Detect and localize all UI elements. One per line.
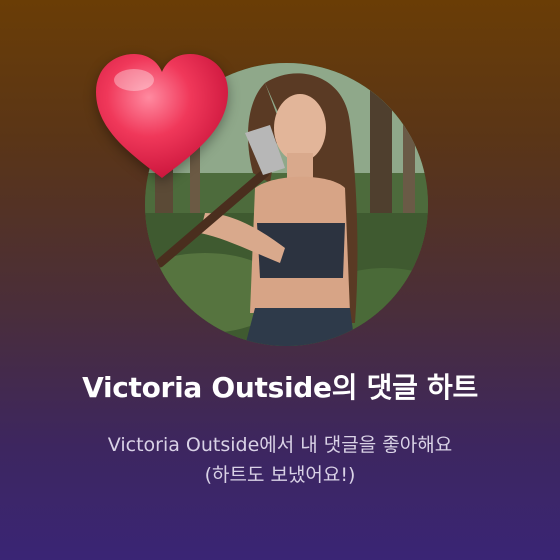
heart-icon xyxy=(96,54,228,178)
notification-message: Victoria Outside에서 내 댓글을 좋아해요 (하트도 보냈어요!… xyxy=(0,430,560,490)
message-line-1: Victoria Outside에서 내 댓글을 좋아해요 xyxy=(107,434,453,456)
notification-card: Victoria Outside의 댓글 하트 Victoria Outside… xyxy=(0,0,560,560)
notification-title: Victoria Outside의 댓글 하트 xyxy=(82,371,478,404)
message-line-2: (하트도 보냈어요!) xyxy=(204,464,356,486)
